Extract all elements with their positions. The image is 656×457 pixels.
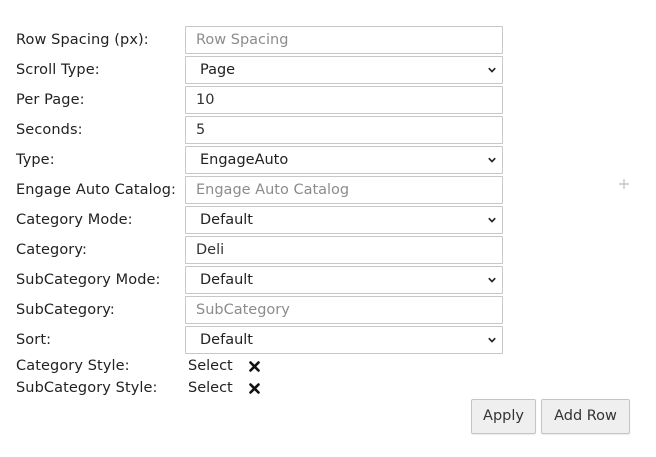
subcategory-style-label: SubCategory Style: — [16, 380, 158, 396]
form-row-subcategory-mode: SubCategory Mode: Default — [16, 265, 516, 295]
form-row-row-spacing: Row Spacing (px): Row Spacing — [16, 25, 516, 55]
form-row-subcategory: SubCategory: SubCategory — [16, 295, 516, 325]
scroll-type-value: Page — [200, 62, 236, 78]
sort-label: Sort: — [16, 332, 52, 348]
subcategory-style-select-link[interactable]: Select — [188, 377, 233, 399]
close-x-icon[interactable] — [249, 361, 260, 372]
category-input[interactable]: Deli — [185, 236, 503, 264]
subcategory-input[interactable]: SubCategory — [185, 296, 503, 324]
form-row-per-page: Per Page: 10 — [16, 85, 516, 115]
scroll-type-label: Scroll Type: — [16, 62, 100, 78]
chevron-down-icon — [488, 67, 496, 73]
row-spacing-label: Row Spacing (px): — [16, 32, 149, 48]
form-row-sort: Sort: Default — [16, 325, 516, 355]
chevron-down-icon — [488, 217, 496, 223]
category-mode-select[interactable]: Default — [185, 206, 503, 234]
subcategory-mode-value: Default — [200, 272, 253, 288]
chevron-down-icon — [488, 157, 496, 163]
subcategory-mode-label: SubCategory Mode: — [16, 272, 161, 288]
seconds-label: Seconds: — [16, 122, 83, 138]
type-value: EngageAuto — [200, 152, 289, 168]
category-style-label: Category Style: — [16, 358, 130, 374]
per-page-label: Per Page: — [16, 92, 85, 108]
chevron-down-icon — [488, 277, 496, 283]
seconds-input[interactable]: 5 — [185, 116, 503, 144]
chevron-down-icon — [488, 337, 496, 343]
apply-button[interactable]: Apply — [471, 399, 536, 434]
type-select[interactable]: EngageAuto — [185, 146, 503, 174]
scroll-type-select[interactable]: Page — [185, 56, 503, 84]
category-label: Category: — [16, 242, 87, 258]
category-mode-value: Default — [200, 212, 253, 228]
form-row-type: Type: EngageAuto — [16, 145, 516, 175]
form-row-engage-auto-catalog: Engage Auto Catalog: Engage Auto Catalog — [16, 175, 516, 205]
add-row-button[interactable]: Add Row — [541, 399, 630, 434]
sort-value: Default — [200, 332, 253, 348]
category-style-select-link[interactable]: Select — [188, 355, 233, 377]
category-mode-label: Category Mode: — [16, 212, 133, 228]
row-spacing-input[interactable]: Row Spacing — [185, 26, 503, 54]
close-x-icon[interactable] — [249, 383, 260, 394]
type-label: Type: — [16, 152, 55, 168]
form-row-scroll-type: Scroll Type: Page — [16, 55, 516, 85]
engage-auto-catalog-input[interactable]: Engage Auto Catalog — [185, 176, 503, 204]
sort-select[interactable]: Default — [185, 326, 503, 354]
form-row-category-mode: Category Mode: Default — [16, 205, 516, 235]
form-row-seconds: Seconds: 5 — [16, 115, 516, 145]
plus-icon[interactable] — [618, 178, 630, 190]
form-row-category: Category: Deli — [16, 235, 516, 265]
engage-auto-catalog-label: Engage Auto Catalog: — [16, 182, 177, 198]
per-page-input[interactable]: 10 — [185, 86, 503, 114]
subcategory-mode-select[interactable]: Default — [185, 266, 503, 294]
subcategory-label: SubCategory: — [16, 302, 115, 318]
